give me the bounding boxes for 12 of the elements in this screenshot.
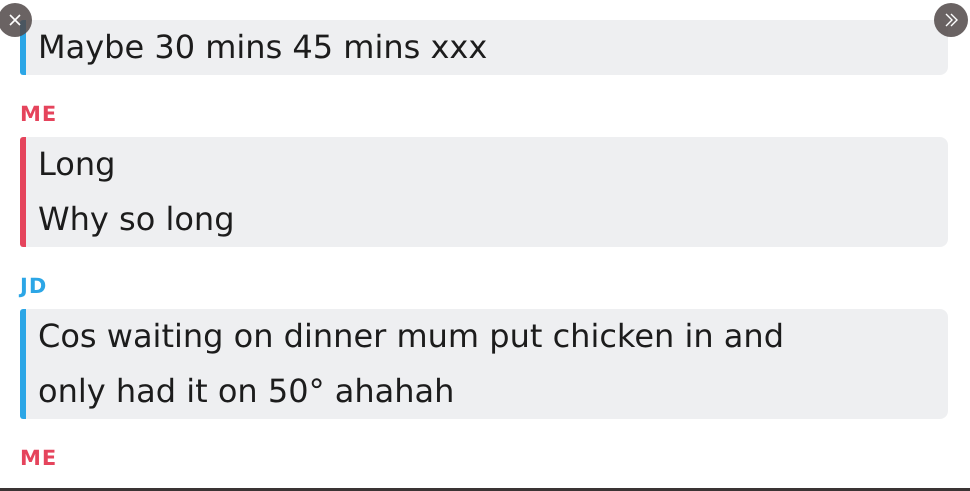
double-chevron-icon — [943, 12, 959, 28]
next-button[interactable] — [934, 3, 968, 37]
message-text: Long — [38, 144, 116, 185]
message-text: Cos waiting on dinner mum put chicken in and — [38, 316, 784, 357]
message-text: Why so long — [38, 199, 235, 240]
close-icon — [8, 13, 22, 27]
sender-name: ME — [20, 445, 58, 472]
close-button[interactable] — [0, 3, 32, 37]
message-text: only had it on 50° ahahah — [38, 371, 454, 412]
sender-name: JD — [20, 273, 48, 300]
sender-name: ME — [20, 101, 58, 128]
message-text: Maybe 30 mins 45 mins xxx — [38, 27, 488, 68]
